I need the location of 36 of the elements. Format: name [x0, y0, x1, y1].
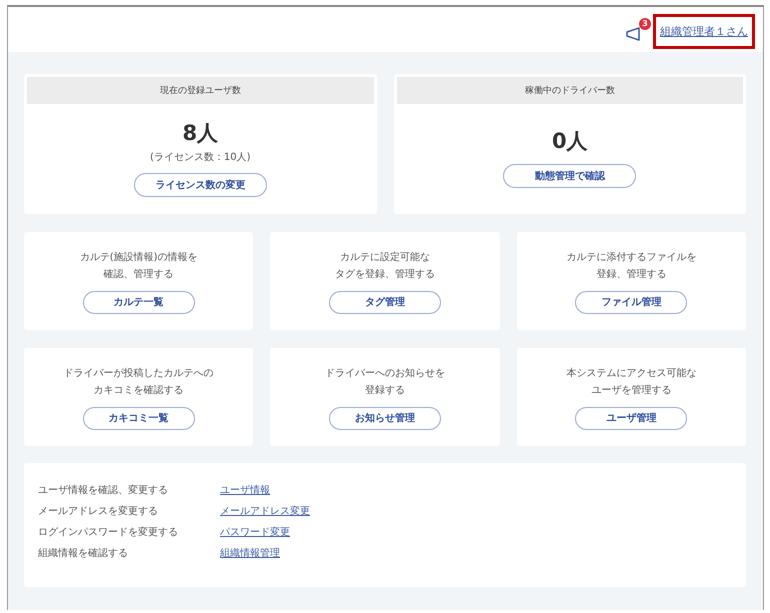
stat-title: 現在の登録ユーザ数 — [27, 77, 374, 104]
feature-description: ユーザを管理する — [591, 384, 672, 398]
link-description: ユーザ情報を確認、変更する — [38, 484, 169, 497]
stat-value: 0人 — [552, 128, 588, 155]
feature-description: タグを登録、管理する — [334, 268, 435, 282]
feature-description: カルテに設定可能な — [340, 250, 430, 264]
user-link[interactable]: 組織管理者１さん — [653, 14, 755, 49]
stat-value: 8人 — [182, 120, 218, 146]
account-link[interactable]: ユーザ情報 — [220, 483, 270, 497]
stat-title: 稼働中のドライバー数 — [396, 77, 743, 104]
feature-description: カルテ(施設情報)の情報を — [80, 250, 198, 264]
action-button[interactable]: ライセンス数の変更 — [134, 172, 267, 196]
notification-badge: 3 — [639, 18, 651, 30]
feature-description: カルテに添付するファイルを — [566, 250, 696, 264]
link-description: ログインパスワードを変更する — [38, 526, 179, 539]
link-description: 組織情報を確認する — [38, 546, 129, 560]
feature-description: カキコミを確認する — [94, 384, 184, 398]
feature-description: ドライバーが投稿したカルテへの — [64, 366, 214, 380]
feature-description: ドライバーへのお知らせを — [324, 366, 445, 380]
megaphone-icon[interactable] — [625, 26, 643, 40]
action-button[interactable]: 動態管理で確認 — [503, 164, 636, 188]
account-link[interactable]: メールアドレス変更 — [220, 504, 310, 518]
action-button[interactable]: カルテ一覧 — [82, 290, 195, 314]
action-button[interactable]: カキコミ一覧 — [82, 406, 195, 430]
account-link[interactable]: パスワード変更 — [220, 525, 290, 539]
feature-description: 本システムにアクセス可能な — [566, 366, 696, 380]
stat-note: (ライセンス数：10人) — [150, 150, 251, 164]
feature-description: 確認、管理する — [104, 268, 174, 282]
action-button[interactable]: ファイル管理 — [575, 290, 688, 314]
action-button[interactable]: ユーザ管理 — [575, 406, 688, 430]
feature-description: 登録する — [364, 384, 405, 398]
feature-description: 登録、管理する — [596, 268, 666, 282]
account-link[interactable]: 組織情報管理 — [220, 546, 280, 560]
action-button[interactable]: タグ管理 — [328, 290, 441, 314]
action-button[interactable]: お知らせ管理 — [328, 406, 441, 430]
link-description: メールアドレスを変更する — [38, 504, 159, 518]
